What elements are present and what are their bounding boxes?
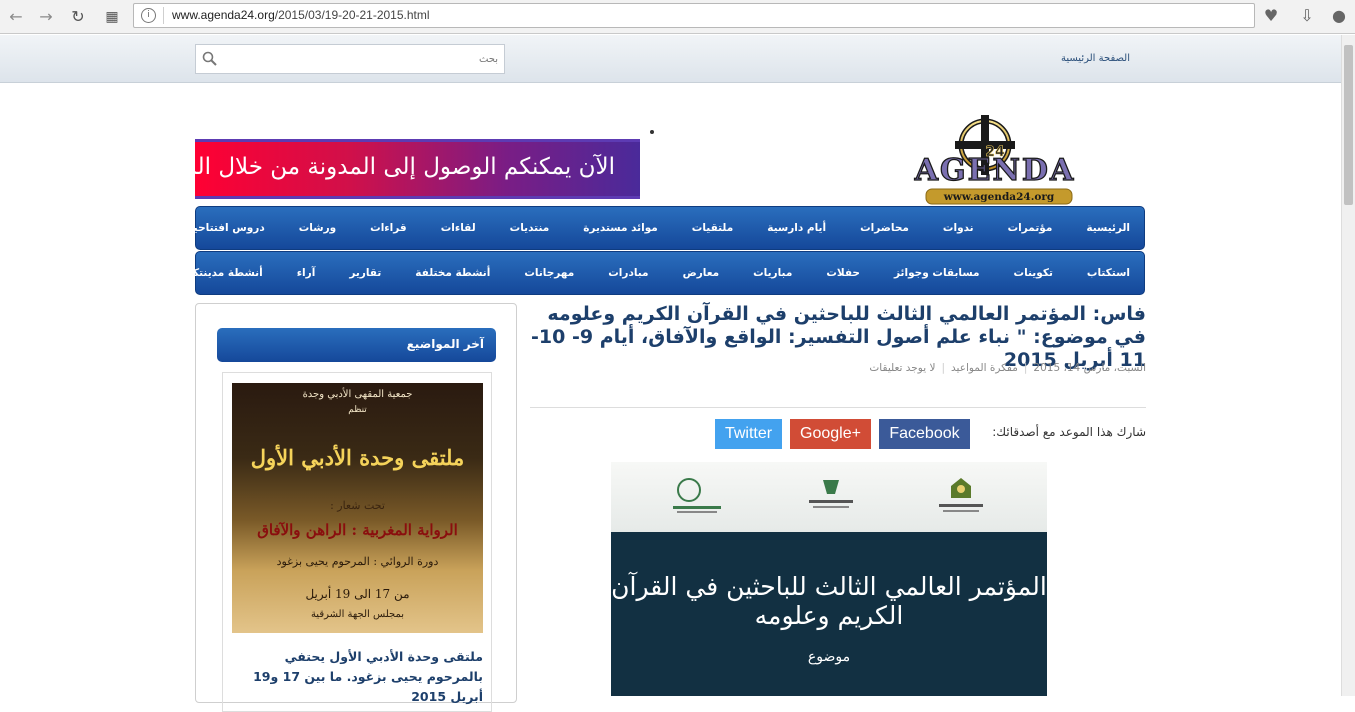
search-icon[interactable] [202,51,218,67]
primary-menu-item[interactable]: أيام دارسية [767,222,826,234]
secondary-menu-item[interactable]: مهرجانات [524,267,574,279]
poster-org-logo-icon [673,478,721,513]
search-box[interactable] [195,44,505,74]
agenda24-logo[interactable]: 24 AGENDA www.agenda24.org [910,112,1080,207]
bookmark-heart-icon[interactable]: ♥ [1261,6,1281,26]
primary-menu-item[interactable]: موائد مستديرة [583,222,658,234]
url-path: /2015/03/19-20-21-2015.html [274,8,430,22]
url-text[interactable]: www.agenda24.org/2015/03/19-20-21-2015.h… [172,8,430,22]
recent-posts-header: آخر المواضيع [217,328,496,362]
poster-header [611,462,1047,532]
article-category[interactable]: مفكرة المواعيد [951,362,1018,374]
back-arrow-icon[interactable]: ← [6,7,26,27]
secondary-menu-item[interactable]: آراء [297,267,316,279]
poster-subtitle: موضوع [807,649,851,665]
home-link[interactable]: الصفحة الرئيسية [1040,53,1130,64]
poster-line: جمعية المقهى الأدبي وجدة [302,389,413,400]
secondary-menu-item[interactable]: مبادرات [608,267,648,279]
logo-url: www.agenda24.org [943,191,1055,203]
primary-menu-item[interactable]: لقاءات [441,222,476,234]
reload-icon[interactable]: ↻ [68,7,88,27]
recent-post-card[interactable]: جمعية المقهى الأدبي وجدة تنظم ملتقى وحدة… [222,372,492,712]
article-date: السبت، مارس 14، 2015 [1033,362,1146,374]
primary-menu-item[interactable]: منتديات [510,222,550,234]
page-info-icon[interactable]: i [141,8,156,23]
poster-line: تحت شعار : [330,499,385,512]
secondary-menu-item[interactable]: مسابقات وجوائز [894,267,980,279]
meta-separator: | [941,362,946,374]
banner-text: الآن يمكنكم الوصول إلى المدونة من خلال ا… [150,154,615,180]
primary-menu-item[interactable]: ندوات [943,222,974,234]
announcement-banner[interactable]: الآن يمكنكم الوصول إلى المدونة من خلال ا… [150,139,640,199]
primary-menu-item[interactable]: مناقشات [107,222,154,234]
divider [530,407,1146,408]
primary-menu: الرئيسية مؤتمرات ندوات محاضرات أيام دارسية مل… [107,206,1145,250]
recent-posts-title: آخر المواضيع [406,337,484,351]
primary-menu-item[interactable]: ورشات [299,222,336,234]
poster-line: ملتقى وحدة الأدبي الأول [250,445,465,470]
secondary-menu-item[interactable]: مباريات [753,267,792,279]
secondary-menu-item[interactable]: تقارير [349,267,381,279]
secondary-menu-item[interactable]: أنشطة مختلفة [415,267,490,279]
recent-post-image[interactable]: جمعية المقهى الأدبي وجدة تنظم ملتقى وحدة… [232,383,483,633]
share-google-button[interactable]: Google+ [790,419,871,449]
scrollbar-thumb[interactable] [1344,45,1353,205]
poster-line: دورة الروائي : المرحوم يحيى بزغود [276,555,439,568]
forward-arrow-icon[interactable]: → [36,7,56,27]
share-label: شارك هذا الموعد مع أصدقائك: [992,425,1146,439]
search-input[interactable] [222,48,498,70]
article-meta: السبت، مارس 14، 2015 | مفكرة المواعيد | لا ي… [530,362,1146,374]
secondary-menu-item[interactable]: أنشطة مدينتكم [185,267,263,279]
article-comments[interactable]: لا يوجد تعليقات [869,362,935,374]
poster-org-logo-icon [809,480,853,508]
poster-line: بمجلس الجهة الشرقية [310,609,405,620]
meta-separator: | [1023,362,1028,374]
primary-menu-item[interactable]: ملتقيات [692,222,733,234]
url-host: www.agenda24.org [172,8,275,22]
apps-grid-icon[interactable]: ▦ [102,7,122,27]
recent-post-title[interactable]: ملتقى وحدة الأدبي الأول يحتفي بالمرحوم ي… [233,647,483,707]
primary-menu-item[interactable]: الرئيسية [1086,222,1130,234]
article-poster-image: المؤتمر العالمي الثالث للباحثين في القرآ… [611,462,1047,696]
primary-menu-item[interactable]: قراءات [370,222,407,234]
account-icon[interactable]: ● [1329,6,1349,26]
poster-org-logo-icon [939,478,983,512]
share-facebook-button[interactable]: Facebook [879,419,970,449]
primary-menu-item[interactable]: دروس افتتاحية [187,222,264,234]
logo-letters: AGENDA [914,153,1075,188]
primary-menu-item[interactable]: مؤتمرات [1008,222,1053,234]
secondary-menu-item[interactable]: حفلات [826,267,860,279]
secondary-menu-item[interactable]: معارض [683,267,720,279]
scrollbar[interactable] [1341,35,1355,696]
decorative-dot [650,130,654,134]
primary-menu-item[interactable]: محاضرات [860,222,909,234]
secondary-menu-item[interactable]: استكتاب [1087,267,1130,279]
blog-navbar: الصفحة الرئيسية [0,35,1341,83]
secondary-menu-item[interactable]: تكوينات [1014,267,1053,279]
sidebar: آخر المواضيع جمعية المقهى الأدبي وجدة تن… [195,303,517,712]
poster-line: الرواية المغربية : الراهن والآفاق [257,521,458,539]
download-icon[interactable]: ⇩ [1297,6,1317,26]
poster-line: تنظم [348,405,367,415]
address-bar[interactable]: i www.agenda24.org/2015/03/19-20-21-2015… [133,3,1255,28]
secondary-menu: استكتاب تكوينات مسابقات وجوائز حفلات مباريات… [185,251,1145,295]
poster-title: المؤتمر العالمي الثالث للباحثين في القرآ… [611,572,1047,630]
address-separator [163,7,164,24]
browser-toolbar: ← → ↻ ▦ i www.agenda24.org/2015/03/19-20… [0,0,1355,34]
poster-line: من 17 الى 19 أبريل [305,587,410,601]
share-twitter-button[interactable]: Twitter [715,419,782,449]
